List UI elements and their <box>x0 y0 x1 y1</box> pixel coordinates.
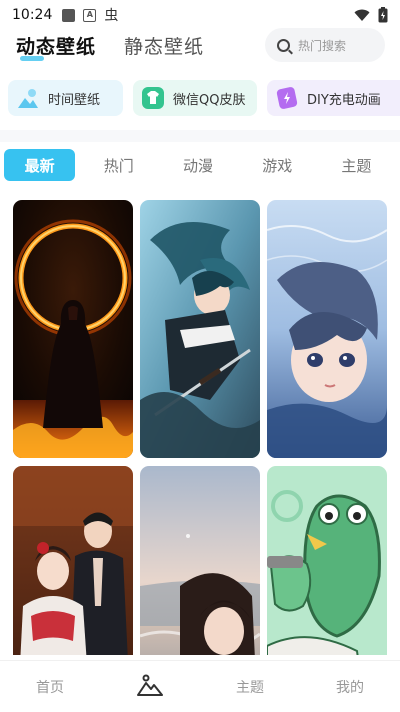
status-time: 10:24 <box>12 7 53 23</box>
tab-dynamic-wallpaper[interactable]: 动态壁纸 <box>16 32 96 59</box>
wallpaper-grid <box>13 200 387 655</box>
tab-static-wallpaper[interactable]: 静态壁纸 <box>124 32 204 59</box>
wallpaper-card-beach-woman[interactable] <box>140 466 260 655</box>
nav-mine[interactable]: 我的 <box>300 663 400 711</box>
bottom-nav: 首页 主题 我的 <box>0 660 400 712</box>
battery-icon <box>378 7 388 27</box>
clock-landscape-icon <box>16 86 40 110</box>
active-tab-indicator <box>20 56 44 61</box>
sub-tab-bar: 最新 热门 动漫 游戏 主题 <box>4 148 400 182</box>
category-time-wallpaper[interactable]: 时间壁纸 <box>8 80 123 116</box>
category-label: DIY充电动画 <box>307 92 381 108</box>
wallpaper-card-couple[interactable] <box>13 466 133 655</box>
wallpaper-card-fire-ring[interactable] <box>13 200 133 458</box>
landscape-icon <box>137 674 163 700</box>
wifi-icon <box>354 9 370 26</box>
category-row: 时间壁纸 微信QQ皮肤 DIY充电动画 <box>8 80 400 118</box>
subtab-hot[interactable]: 热门 <box>83 149 154 181</box>
search-icon <box>277 38 290 52</box>
category-label: 时间壁纸 <box>48 92 101 108</box>
category-label: 微信QQ皮肤 <box>173 92 246 108</box>
battery-card-icon <box>275 86 299 110</box>
search-placeholder: 热门搜索 <box>298 38 347 53</box>
search-box[interactable]: 热门搜索 <box>265 28 385 62</box>
nav-theme[interactable]: 主题 <box>200 663 300 711</box>
category-diy-charging-animation[interactable]: DIY充电动画 <box>267 80 400 116</box>
shirt-icon <box>141 86 165 110</box>
app-a-icon: A <box>83 8 97 22</box>
wallpaper-card-anime-girl-water[interactable] <box>267 200 387 458</box>
subtab-anime[interactable]: 动漫 <box>162 149 233 181</box>
category-wechat-qq-skin[interactable]: 微信QQ皮肤 <box>133 80 257 116</box>
status-bar: 10:24 A 虫 <box>0 0 400 30</box>
header: 动态壁纸 静态壁纸 热门搜索 <box>0 28 400 68</box>
wallpaper-card-anime-swordsman[interactable] <box>140 200 260 458</box>
bug-icon: 虫 <box>104 8 119 24</box>
nav-home[interactable]: 首页 <box>0 663 100 711</box>
wallpaper-card-cartoon-frogs[interactable] <box>267 466 387 655</box>
section-divider <box>0 130 400 142</box>
subtab-latest[interactable]: 最新 <box>4 149 76 181</box>
subtab-themes[interactable]: 主题 <box>321 149 392 181</box>
subtab-games[interactable]: 游戏 <box>242 149 313 181</box>
nav-wallpaper[interactable] <box>100 663 200 711</box>
square-notification-icon <box>62 8 76 22</box>
